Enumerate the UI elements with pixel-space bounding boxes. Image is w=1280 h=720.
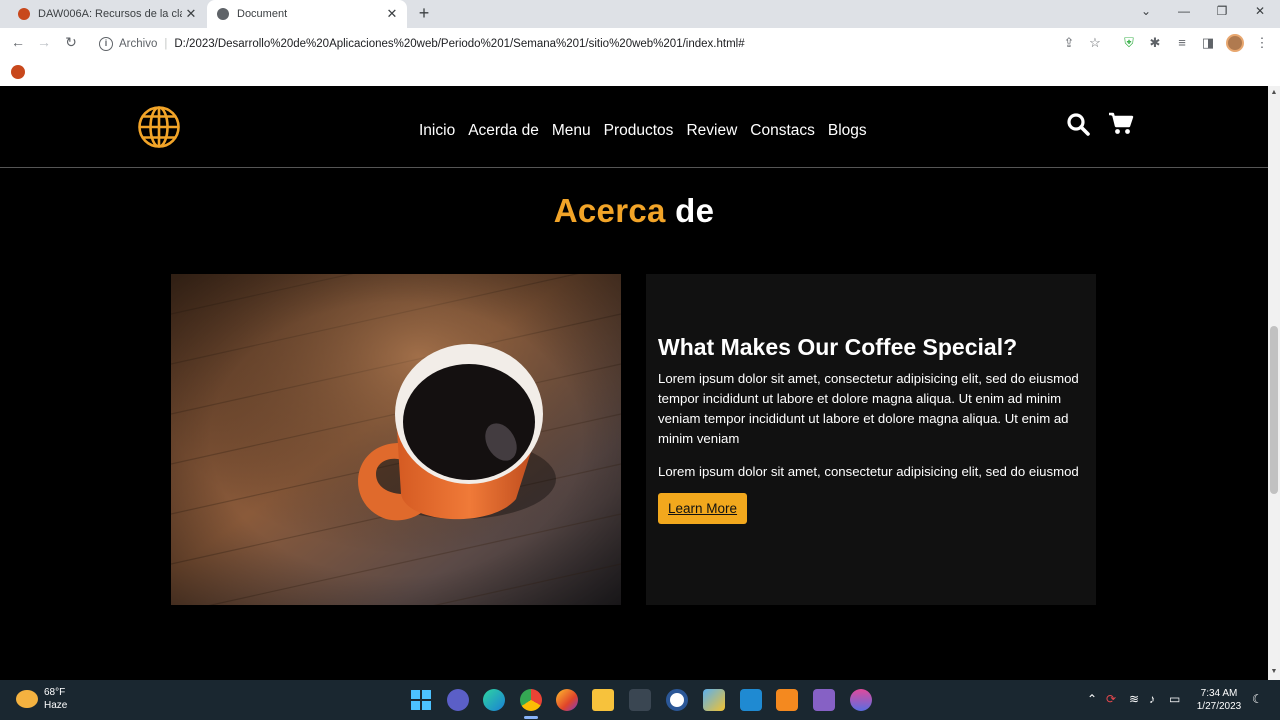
tray-chevron-icon[interactable]: ⌃	[1087, 692, 1097, 706]
bookmarks-bar	[0, 60, 1280, 86]
forward-button[interactable]: →	[34, 34, 54, 50]
page-viewport: Inicio Acerda de Menu Productos Review C…	[0, 86, 1268, 680]
windows-taskbar: 68°F Haze ⌃ ⟳ ≋ ♪ ▭ 7:34 AM 1/27/2023 ☾	[0, 680, 1280, 720]
section-title-rest: de	[675, 192, 715, 229]
shield-extension-icon[interactable]: ⛨	[1120, 35, 1138, 51]
teams-chat-icon[interactable]	[447, 689, 469, 711]
address-scheme: Archivo	[119, 38, 158, 50]
reading-list-icon[interactable]: ≡	[1173, 35, 1191, 50]
bookmark-star-icon[interactable]: ☆	[1086, 35, 1104, 51]
scroll-down-icon[interactable]: ▼	[1268, 668, 1280, 675]
firefox-icon[interactable]	[556, 689, 578, 711]
cart-icon[interactable]	[1108, 112, 1134, 136]
tab-document[interactable]: Document ✕	[207, 0, 407, 28]
about-paragraph-1: Lorem ipsum dolor sit amet, consectetur …	[658, 371, 1079, 446]
address-bar[interactable]: i Archivo | D:/2023/Desarrollo%20de%20Ap…	[90, 31, 1110, 57]
site-header: Inicio Acerda de Menu Productos Review C…	[0, 86, 1268, 168]
share-icon[interactable]: ⇪	[1060, 35, 1078, 51]
wifi-icon[interactable]: ≋	[1129, 692, 1139, 706]
address-url[interactable]: D:/2023/Desarrollo%20de%20Aplicaciones%2…	[174, 38, 744, 50]
nav-contacts[interactable]: Constacs	[750, 122, 815, 140]
section-title: Acerca de	[0, 192, 1268, 230]
clock-time: 7:34 AM	[1200, 688, 1238, 699]
maximize-button[interactable]: ❐	[1212, 4, 1232, 18]
tab-title: Document	[237, 8, 288, 20]
sublime-text-icon[interactable]	[776, 689, 798, 711]
page-scrollbar[interactable]: ▲ ▼	[1268, 86, 1280, 680]
browser-tab-bar: DAW006A: Recursos de la clase ✕ Document…	[0, 0, 1280, 28]
nav-productos[interactable]: Productos	[604, 122, 674, 140]
weather-condition: Haze	[44, 700, 68, 711]
nav-menu[interactable]: Menu	[552, 122, 591, 140]
vscode-icon[interactable]	[740, 689, 762, 711]
close-tab-icon[interactable]: ✕	[182, 6, 200, 22]
side-panel-icon[interactable]: ◨	[1199, 35, 1217, 51]
nav-inicio[interactable]: Inicio	[419, 122, 455, 140]
scroll-up-icon[interactable]: ▲	[1268, 89, 1280, 96]
tab-title: DAW006A: Recursos de la clase	[38, 8, 182, 20]
game-controller-icon[interactable]	[629, 689, 651, 711]
moodle-favicon-icon	[18, 8, 30, 20]
battery-icon[interactable]: ▭	[1169, 692, 1180, 706]
close-window-button[interactable]: ✕	[1250, 4, 1270, 18]
word-app-icon[interactable]	[666, 689, 688, 711]
main-nav: Inicio Acerda de Menu Productos Review C…	[419, 122, 867, 140]
clock-date: 1/27/2023	[1196, 701, 1242, 712]
address-separator: |	[164, 38, 168, 50]
about-heading: What Makes Our Coffee Special?	[658, 334, 1018, 360]
about-card: What Makes Our Coffee Special? Lorem ips…	[646, 274, 1096, 605]
site-info-icon[interactable]: i	[99, 37, 113, 51]
weather-widget[interactable]: 68°F Haze	[16, 686, 67, 712]
globe-favicon-icon	[217, 8, 229, 20]
system-clock[interactable]: 7:34 AM 1/27/2023	[1192, 687, 1246, 713]
file-explorer-icon[interactable]	[592, 689, 614, 711]
extensions-puzzle-icon[interactable]: ✱	[1146, 35, 1164, 51]
close-tab-icon[interactable]: ✕	[383, 6, 401, 22]
nav-acerca-de[interactable]: Acerda de	[468, 122, 539, 140]
chrome-icon[interactable]	[520, 689, 542, 711]
search-icon[interactable]	[1066, 112, 1090, 136]
cube-app-icon[interactable]	[703, 689, 725, 711]
back-button[interactable]: ←	[8, 34, 28, 50]
edge-icon[interactable]	[483, 689, 505, 711]
browser-toolbar: ← → ↻ i Archivo | D:/2023/Desarrollo%20d…	[0, 28, 1280, 60]
tab-daw006a[interactable]: DAW006A: Recursos de la clase ✕	[8, 0, 206, 28]
windows-start-icon[interactable]	[410, 689, 432, 711]
weather-temp: 68°F	[44, 687, 66, 698]
nav-blogs[interactable]: Blogs	[828, 122, 867, 140]
tab-search-icon[interactable]: ⌄	[1136, 4, 1156, 18]
globe-logo-icon[interactable]	[137, 105, 181, 149]
section-title-accent: Acerca	[553, 192, 666, 229]
nav-review[interactable]: Review	[686, 122, 737, 140]
moodle-bookmark-icon[interactable]	[11, 65, 25, 79]
active-app-indicator	[524, 716, 538, 719]
visual-studio-icon[interactable]	[813, 689, 835, 711]
coffee-cup-image	[171, 274, 621, 605]
new-tab-button[interactable]: +	[414, 3, 434, 24]
sync-alert-icon[interactable]: ⟳	[1106, 692, 1116, 706]
menu-dots-icon[interactable]: ⋮	[1253, 35, 1271, 51]
learn-more-button[interactable]: Learn More	[658, 493, 748, 524]
scroll-thumb[interactable]	[1270, 326, 1278, 494]
reload-button[interactable]: ↻	[61, 34, 81, 51]
profile-avatar[interactable]	[1226, 34, 1244, 52]
haze-weather-icon	[16, 690, 38, 708]
drop-app-icon[interactable]	[850, 689, 872, 711]
minimize-button[interactable]: —	[1174, 4, 1194, 18]
about-paragraph-2: Lorem ipsum dolor sit amet, consectetur …	[658, 464, 1079, 479]
volume-icon[interactable]: ♪	[1149, 692, 1155, 706]
notifications-icon[interactable]: ☾	[1252, 692, 1263, 706]
